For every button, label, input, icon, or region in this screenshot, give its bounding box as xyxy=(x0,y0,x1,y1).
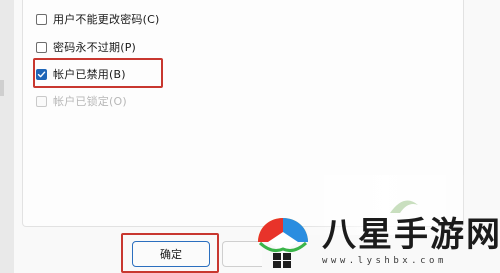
watermark-brand-text: 八星手游网 xyxy=(322,215,500,255)
option-user-cannot-change-password[interactable]: 用户不能更改密码(C) xyxy=(36,10,159,28)
checkbox-password-never-expires[interactable] xyxy=(36,41,47,53)
option-label: 密码永不过期(P) xyxy=(53,41,137,54)
background-window-edge xyxy=(0,0,14,273)
brand-logo-icon xyxy=(258,218,308,268)
checkbox-account-locked xyxy=(36,95,47,107)
ok-button[interactable]: 确定 xyxy=(132,241,210,267)
watermark-url: www.lyshbx.com xyxy=(322,256,447,266)
option-label: 用户不能更改密码(C) xyxy=(53,13,160,26)
window-edge-notch xyxy=(0,80,4,96)
option-label: 帐户已锁定(O) xyxy=(53,95,127,108)
option-password-never-expires[interactable]: 密码永不过期(P) xyxy=(36,38,136,56)
checkbox-user-cannot-change-password[interactable] xyxy=(36,13,47,25)
annotation-highlight-box xyxy=(33,58,163,88)
option-account-locked: 帐户已锁定(O) xyxy=(36,92,127,110)
